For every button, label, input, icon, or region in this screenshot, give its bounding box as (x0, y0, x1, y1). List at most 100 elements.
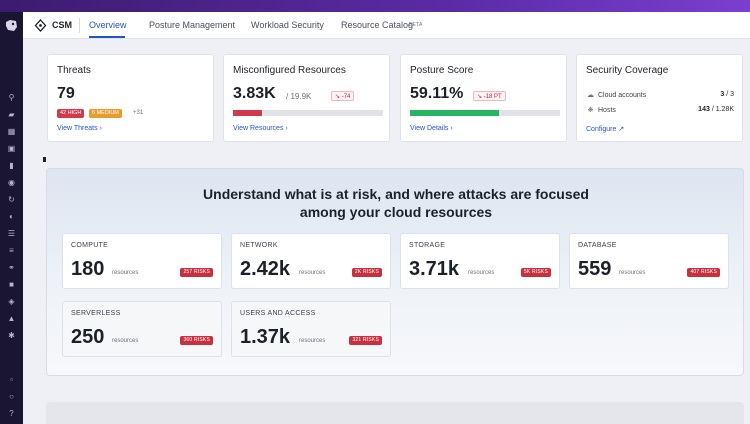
serverless-label: SERVERLESS (71, 310, 121, 317)
external-link-icon: ↗ (618, 126, 625, 133)
users-and-access-card[interactable]: USERS AND ACCESS 1.37k resources 321 RIS… (231, 301, 391, 357)
chevron-right-icon: › (99, 125, 102, 132)
risk-headline: Understand what is at risk, and where at… (203, 186, 589, 220)
compute-risks-badge[interactable]: 257 RISKS (180, 268, 213, 277)
beta-badge: BETA (409, 22, 423, 28)
network-icon[interactable]: ◉ (7, 179, 16, 187)
misconfigured-delta-badge: ↘ -74 (331, 91, 355, 101)
tab-resource-catalog[interactable]: Resource Catalog (341, 20, 413, 30)
bars-icon[interactable]: ☰ (7, 230, 16, 238)
threats-title: Threats (57, 65, 91, 76)
dog-logo-icon[interactable] (4, 18, 19, 33)
security-coverage-card: Security Coverage ☁ Cloud accounts 3 / 3 … (576, 54, 743, 142)
view-details-link[interactable]: View Details › (410, 125, 453, 132)
compute-label: COMPUTE (71, 242, 109, 249)
database-card[interactable]: DATABASE 559 resources 407 RISKS (569, 233, 729, 289)
network-value: 2.42k (240, 258, 291, 280)
high-severity-badge[interactable]: 42 HIGH (57, 109, 85, 118)
serverless-risks-badge[interactable]: 360 RISKS (180, 336, 213, 345)
csm-logo-icon (34, 19, 47, 32)
storage-resources-label: resources (468, 270, 495, 276)
active-tab-indicator (89, 36, 125, 38)
dashboard-icon[interactable]: ▦ (7, 128, 16, 136)
misconfigured-title: Misconfigured Resources (233, 65, 346, 76)
trend-down-icon: ↘ (335, 94, 341, 100)
serverless-resources-label: resources (112, 338, 139, 344)
header-divider (79, 18, 80, 33)
more-count: +31 (133, 110, 144, 116)
threats-card: Threats 79 42 HIGH 6 MEDIUM +31 View Thr… (47, 54, 214, 142)
users-and-access-label: USERS AND ACCESS (240, 310, 316, 317)
synthetics-icon[interactable]: ■ (7, 281, 16, 289)
hosts-value: 143 / 1.28K (698, 106, 734, 113)
cloud-accounts-value: 3 / 3 (720, 91, 734, 98)
database-risks-badge[interactable]: 407 RISKS (687, 268, 720, 277)
compute-value: 180 (71, 258, 105, 280)
mouse-cursor (43, 157, 46, 162)
compute-resources-label: resources (112, 270, 139, 276)
apm-icon[interactable]: ↻ (7, 196, 16, 204)
threats-count: 79 (57, 85, 75, 102)
users-and-access-risks-badge[interactable]: 321 RISKS (349, 336, 382, 345)
integrations-icon[interactable]: ✱ (7, 332, 16, 340)
posture-delta-badge: ↘ -18 PT (473, 91, 506, 101)
next-section-placeholder (46, 402, 744, 424)
chat-icon[interactable]: ▫ (7, 376, 16, 384)
network-risks-badge[interactable]: 2K RISKS (351, 268, 382, 277)
database-value: 559 (578, 258, 612, 280)
coverage-title: Security Coverage (586, 65, 669, 76)
posture-progress-fill (410, 110, 499, 116)
users-and-access-value: 1.37k (240, 326, 291, 348)
misconfigured-progress-bar (233, 110, 383, 116)
risk-overview-panel: Understand what is at risk, and where at… (46, 168, 744, 376)
search-icon[interactable]: ⚲ (7, 94, 16, 102)
binoculars-icon[interactable]: ▰ (7, 111, 16, 119)
app-name: CSM (52, 20, 72, 30)
misconfigured-total: / 19.9K (286, 92, 312, 101)
posture-title: Posture Score (410, 65, 474, 76)
hosts-row: ❋ Hosts (587, 107, 616, 114)
tab-overview[interactable]: Overview (89, 20, 127, 30)
view-resources-link[interactable]: View Resources › (233, 125, 288, 132)
compute-card[interactable]: COMPUTE 180 resources 257 RISKS (62, 233, 222, 289)
network-label: NETWORK (240, 242, 278, 249)
database-resources-label: resources (619, 270, 646, 276)
posture-score-value: 59.11% (410, 85, 464, 102)
cloud-icon: ☁ (587, 92, 594, 99)
sidebar: ⚲ ▰ ▦ ▣ ▮ ◉ ↻ ◐ ☰ ≡ ⚭ ■ ◈ ▲ ✱ ▫ ○ ? (0, 12, 23, 424)
chevron-right-icon: › (285, 125, 288, 132)
storage-card[interactable]: STORAGE 3.71k resources 5K RISKS (400, 233, 560, 289)
app-header: CSM Overview Posture Management Workload… (23, 12, 750, 39)
gauge-icon[interactable]: ◐ (7, 213, 16, 221)
security-icon[interactable]: ▲ (7, 315, 16, 323)
storage-value: 3.71k (409, 258, 460, 280)
layers-icon[interactable]: ◈ (7, 298, 16, 306)
monitor-icon[interactable]: ▣ (7, 145, 16, 153)
posture-score-card: Posture Score 59.11% ↘ -18 PT View Detai… (400, 54, 567, 142)
tab-workload-security[interactable]: Workload Security (251, 20, 324, 30)
top-gradient-bar (0, 0, 750, 12)
network-card[interactable]: NETWORK 2.42k resources 2K RISKS (231, 233, 391, 289)
hosts-icon: ❋ (587, 107, 594, 114)
storage-label: STORAGE (409, 242, 446, 249)
chart-icon[interactable]: ▮ (7, 162, 16, 170)
link-icon[interactable]: ⚭ (7, 264, 16, 272)
misconfigured-count: 3.83K (233, 85, 276, 102)
chevron-right-icon: › (450, 125, 453, 132)
misconfigured-progress-fill (233, 110, 262, 116)
view-threats-link[interactable]: View Threats › (57, 125, 102, 132)
team-icon[interactable]: ○ (7, 393, 16, 401)
users-and-access-resources-label: resources (299, 338, 326, 344)
posture-progress-bar (410, 110, 560, 116)
medium-severity-badge[interactable]: 6 MEDIUM (89, 109, 122, 118)
configure-link[interactable]: Configure ↗ (586, 125, 624, 133)
serverless-value: 250 (71, 326, 105, 348)
storage-risks-badge[interactable]: 5K RISKS (520, 268, 551, 277)
database-label: DATABASE (578, 242, 617, 249)
tab-posture-management[interactable]: Posture Management (149, 20, 235, 30)
cloud-accounts-row: ☁ Cloud accounts (587, 92, 647, 99)
serverless-card[interactable]: SERVERLESS 250 resources 360 RISKS (62, 301, 222, 357)
help-icon[interactable]: ? (7, 410, 16, 418)
network-resources-label: resources (299, 270, 326, 276)
logs-icon[interactable]: ≡ (7, 247, 16, 255)
